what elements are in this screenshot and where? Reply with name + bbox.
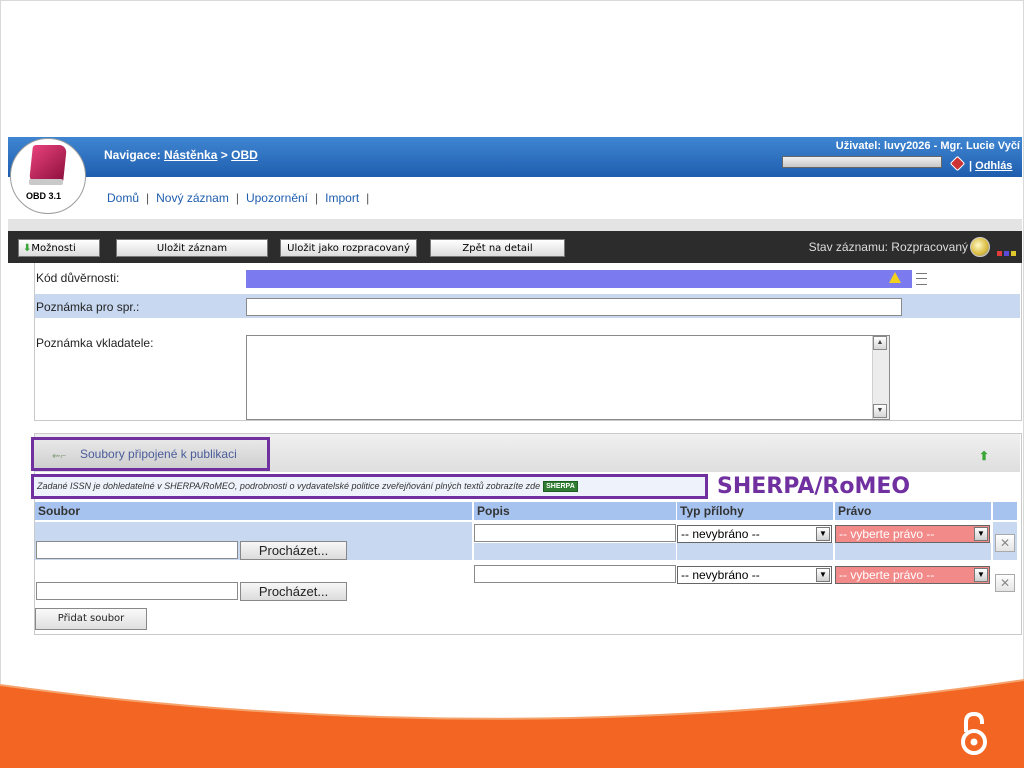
user-info: Uživatel: luvy2026 - Mgr. Lucie Vyčí xyxy=(835,140,1020,152)
table-row-cell xyxy=(474,543,676,560)
right-value: -- vyberte právo -- xyxy=(839,568,935,582)
attachment-type-select[interactable]: -- nevybráno -- ▼ xyxy=(677,525,832,543)
sherpa-link[interactable]: SHERPA xyxy=(543,481,578,493)
menu-new-record[interactable]: Nový záznam xyxy=(156,191,229,205)
scroll-up-button[interactable]: ▲ xyxy=(873,336,887,350)
column-header-type: Typ přílohy xyxy=(677,502,833,520)
chevron-down-icon: ▼ xyxy=(974,568,988,582)
attachment-type-value: -- nevybráno -- xyxy=(681,568,760,582)
files-section-tab[interactable]: Soubory připojené k publikaci xyxy=(31,437,270,471)
column-header-actions xyxy=(993,502,1017,520)
breadcrumb-label: Navigace: xyxy=(104,148,161,162)
menu-separator: | xyxy=(235,191,239,205)
breadcrumb-link-dashboard[interactable]: Nástěnka xyxy=(164,148,217,162)
status-globe-icon xyxy=(970,237,990,257)
browse-button[interactable]: Procházet... xyxy=(240,582,347,601)
app-logo[interactable] xyxy=(10,138,86,214)
logout-link[interactable]: Odhlás xyxy=(975,160,1012,172)
sherpa-note: Zadané ISSN je dohledatelné v SHERPA/RoM… xyxy=(37,481,541,491)
chevron-down-icon: ▼ xyxy=(974,527,988,541)
column-header-file: Soubor xyxy=(35,502,472,520)
footer-swoosh xyxy=(0,679,1024,768)
browse-button[interactable]: Procházet... xyxy=(240,541,347,560)
options-button[interactable]: ⬇Možnosti xyxy=(18,239,100,257)
attachment-type-select[interactable]: -- nevybráno -- ▼ xyxy=(677,566,832,584)
record-status: Stav záznamu: Rozpracovaný xyxy=(808,240,968,254)
menu-home[interactable]: Domů xyxy=(107,191,139,205)
right-select[interactable]: -- vyberte právo -- ▼ xyxy=(835,566,990,584)
save-button[interactable]: Uložit záznam xyxy=(116,239,268,257)
back-to-detail-button[interactable]: Zpět na detail xyxy=(430,239,565,257)
header-divider-strip xyxy=(8,219,1022,231)
menu-separator: | xyxy=(366,191,370,205)
up-arrow-icon[interactable]: ⬆ xyxy=(979,450,989,462)
logout-icon xyxy=(949,155,966,172)
chevron-down-icon: ▼ xyxy=(816,568,830,582)
delete-row-button[interactable]: ✕ xyxy=(995,574,1015,592)
files-section-title: Soubory připojené k publikaci xyxy=(80,447,237,461)
menu-notifications[interactable]: Upozornění xyxy=(246,191,308,205)
book-page-decoration xyxy=(29,179,63,185)
breadcrumb-link-obd[interactable]: OBD xyxy=(231,148,258,162)
app-version: OBD 3.1 xyxy=(26,191,62,201)
right-select[interactable]: -- vyberte právo -- ▼ xyxy=(835,525,990,543)
table-row-cell xyxy=(677,543,833,560)
confidentiality-field[interactable] xyxy=(246,270,912,288)
file-path-input[interactable] xyxy=(36,582,238,600)
depositor-note-label: Poznámka vkladatele: xyxy=(36,336,154,350)
book-logo-icon xyxy=(29,145,67,183)
sherpa-notice: Zadané ISSN je dohledatelné v SHERPA/RoM… xyxy=(31,474,708,499)
table-row-cell xyxy=(835,543,991,560)
menu-separator: | xyxy=(146,191,150,205)
confidentiality-label: Kód důvěrnosti: xyxy=(36,271,120,285)
dot-red xyxy=(997,251,1002,256)
chevron-down-icon: ▼ xyxy=(816,527,830,541)
logout-area[interactable]: | Odhlás xyxy=(949,155,1012,172)
add-file-button[interactable]: Přidat soubor xyxy=(35,608,147,630)
breadcrumb-separator: > xyxy=(220,148,228,162)
admin-note-input[interactable] xyxy=(246,298,902,316)
menu-separator: | xyxy=(315,191,319,205)
list-icon[interactable] xyxy=(916,273,927,285)
column-header-description: Popis xyxy=(474,502,676,520)
description-input[interactable] xyxy=(474,524,676,542)
dot-yellow xyxy=(1011,251,1016,256)
menu-import[interactable]: Import xyxy=(325,191,359,205)
delete-row-button[interactable]: ✕ xyxy=(995,534,1015,552)
scroll-down-button[interactable]: ▼ xyxy=(873,404,887,418)
options-label: Možnosti xyxy=(31,243,76,254)
description-input[interactable] xyxy=(474,565,676,583)
attach-icon: ⇜⌐ xyxy=(52,451,67,462)
file-path-input[interactable] xyxy=(36,541,238,559)
depositor-note-textarea[interactable] xyxy=(246,335,890,420)
right-value: -- vyberte právo -- xyxy=(839,527,935,541)
admin-note-label: Poznámka pro spr.: xyxy=(36,300,140,314)
column-header-right: Právo xyxy=(835,502,991,520)
warning-icon xyxy=(889,272,901,283)
dot-blue xyxy=(1004,251,1009,256)
save-draft-button[interactable]: Uložit jako rozpracovaný xyxy=(280,239,417,257)
sherpa-callout: SHERPA/RoMEO xyxy=(717,474,911,499)
breadcrumb: Navigace: Nástěnka > OBD xyxy=(104,148,258,162)
open-access-icon xyxy=(961,711,987,755)
main-menu: Domů | Nový záznam | Upozornění | Import | xyxy=(107,191,376,205)
user-progress-bar xyxy=(782,156,942,168)
attachment-type-value: -- nevybráno -- xyxy=(681,527,760,541)
